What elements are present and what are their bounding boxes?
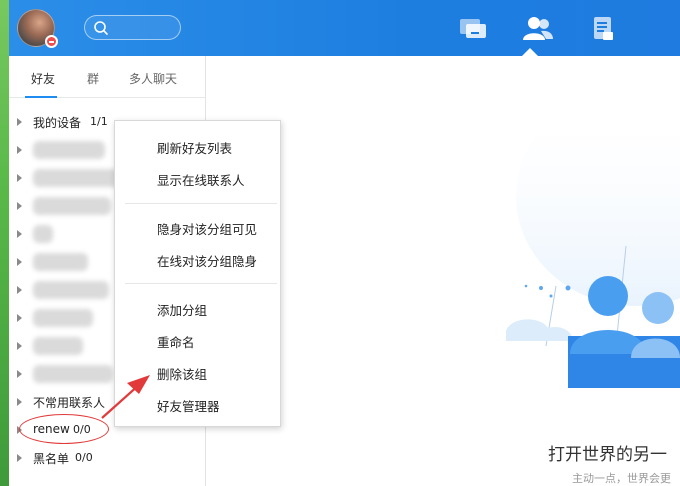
welcome-slogan: 打开世界的另一 bbox=[548, 445, 667, 465]
welcome-illustration bbox=[506, 136, 680, 388]
notes-icon[interactable] bbox=[589, 14, 621, 46]
expand-arrow-icon bbox=[17, 202, 22, 210]
desktop-background bbox=[0, 0, 9, 486]
tab-multi-chat[interactable]: 多人聊天 bbox=[129, 70, 177, 87]
expand-arrow-icon bbox=[17, 146, 22, 154]
search-icon bbox=[94, 21, 108, 35]
blurred-label bbox=[33, 309, 93, 327]
top-bar bbox=[9, 0, 680, 56]
blurred-label bbox=[33, 337, 83, 355]
tab-friends[interactable]: 好友 bbox=[31, 70, 55, 87]
blurred-label bbox=[33, 169, 121, 187]
expand-arrow-icon bbox=[17, 286, 22, 294]
blurred-label bbox=[33, 253, 88, 271]
menu-online-hidden-to-group[interactable]: 在线对该分组隐身 bbox=[115, 245, 282, 273]
expand-arrow-icon bbox=[17, 258, 22, 266]
menu-rename[interactable]: 重命名 bbox=[115, 326, 282, 354]
expand-arrow-icon bbox=[17, 398, 22, 406]
menu-friend-manager[interactable]: 好友管理器 bbox=[115, 390, 282, 418]
blurred-label bbox=[33, 281, 109, 299]
menu-refresh-friend-list[interactable]: 刷新好友列表 bbox=[115, 132, 282, 160]
status-busy-icon[interactable] bbox=[45, 35, 58, 48]
active-tab-indicator bbox=[522, 48, 538, 56]
expand-arrow-icon bbox=[17, 454, 22, 462]
expand-arrow-icon bbox=[17, 174, 22, 182]
welcome-subslogan: 主动一点，世界会更 bbox=[572, 472, 671, 485]
menu-invisible-visible-to-group[interactable]: 隐身对该分组可见 bbox=[115, 213, 282, 241]
group-blacklist[interactable]: 黑名单 0/0 bbox=[9, 445, 206, 471]
tab-underline bbox=[25, 96, 57, 98]
chat-icon[interactable] bbox=[458, 14, 490, 46]
blurred-label bbox=[33, 225, 53, 243]
menu-delete-group[interactable]: 删除该组 bbox=[115, 358, 282, 386]
expand-arrow-icon bbox=[17, 342, 22, 350]
tab-groups[interactable]: 群 bbox=[87, 70, 99, 87]
expand-arrow-icon bbox=[17, 370, 22, 378]
expand-arrow-icon bbox=[17, 230, 22, 238]
group-context-menu: 刷新好友列表 显示在线联系人 隐身对该分组可见 在线对该分组隐身 添加分组 重命… bbox=[114, 120, 281, 427]
menu-separator bbox=[125, 283, 277, 284]
menu-separator bbox=[125, 203, 277, 204]
blurred-label bbox=[33, 141, 105, 159]
menu-show-online-contacts[interactable]: 显示在线联系人 bbox=[115, 164, 282, 192]
blurred-label bbox=[33, 197, 111, 215]
expand-arrow-icon bbox=[17, 118, 22, 126]
annotation-circle bbox=[19, 414, 109, 444]
blurred-label bbox=[33, 365, 113, 383]
menu-add-group[interactable]: 添加分组 bbox=[115, 294, 282, 322]
contacts-icon[interactable] bbox=[521, 14, 553, 46]
search-input[interactable] bbox=[84, 15, 181, 40]
expand-arrow-icon bbox=[17, 314, 22, 322]
contact-tabs: 好友 群 多人聊天 bbox=[9, 56, 206, 98]
